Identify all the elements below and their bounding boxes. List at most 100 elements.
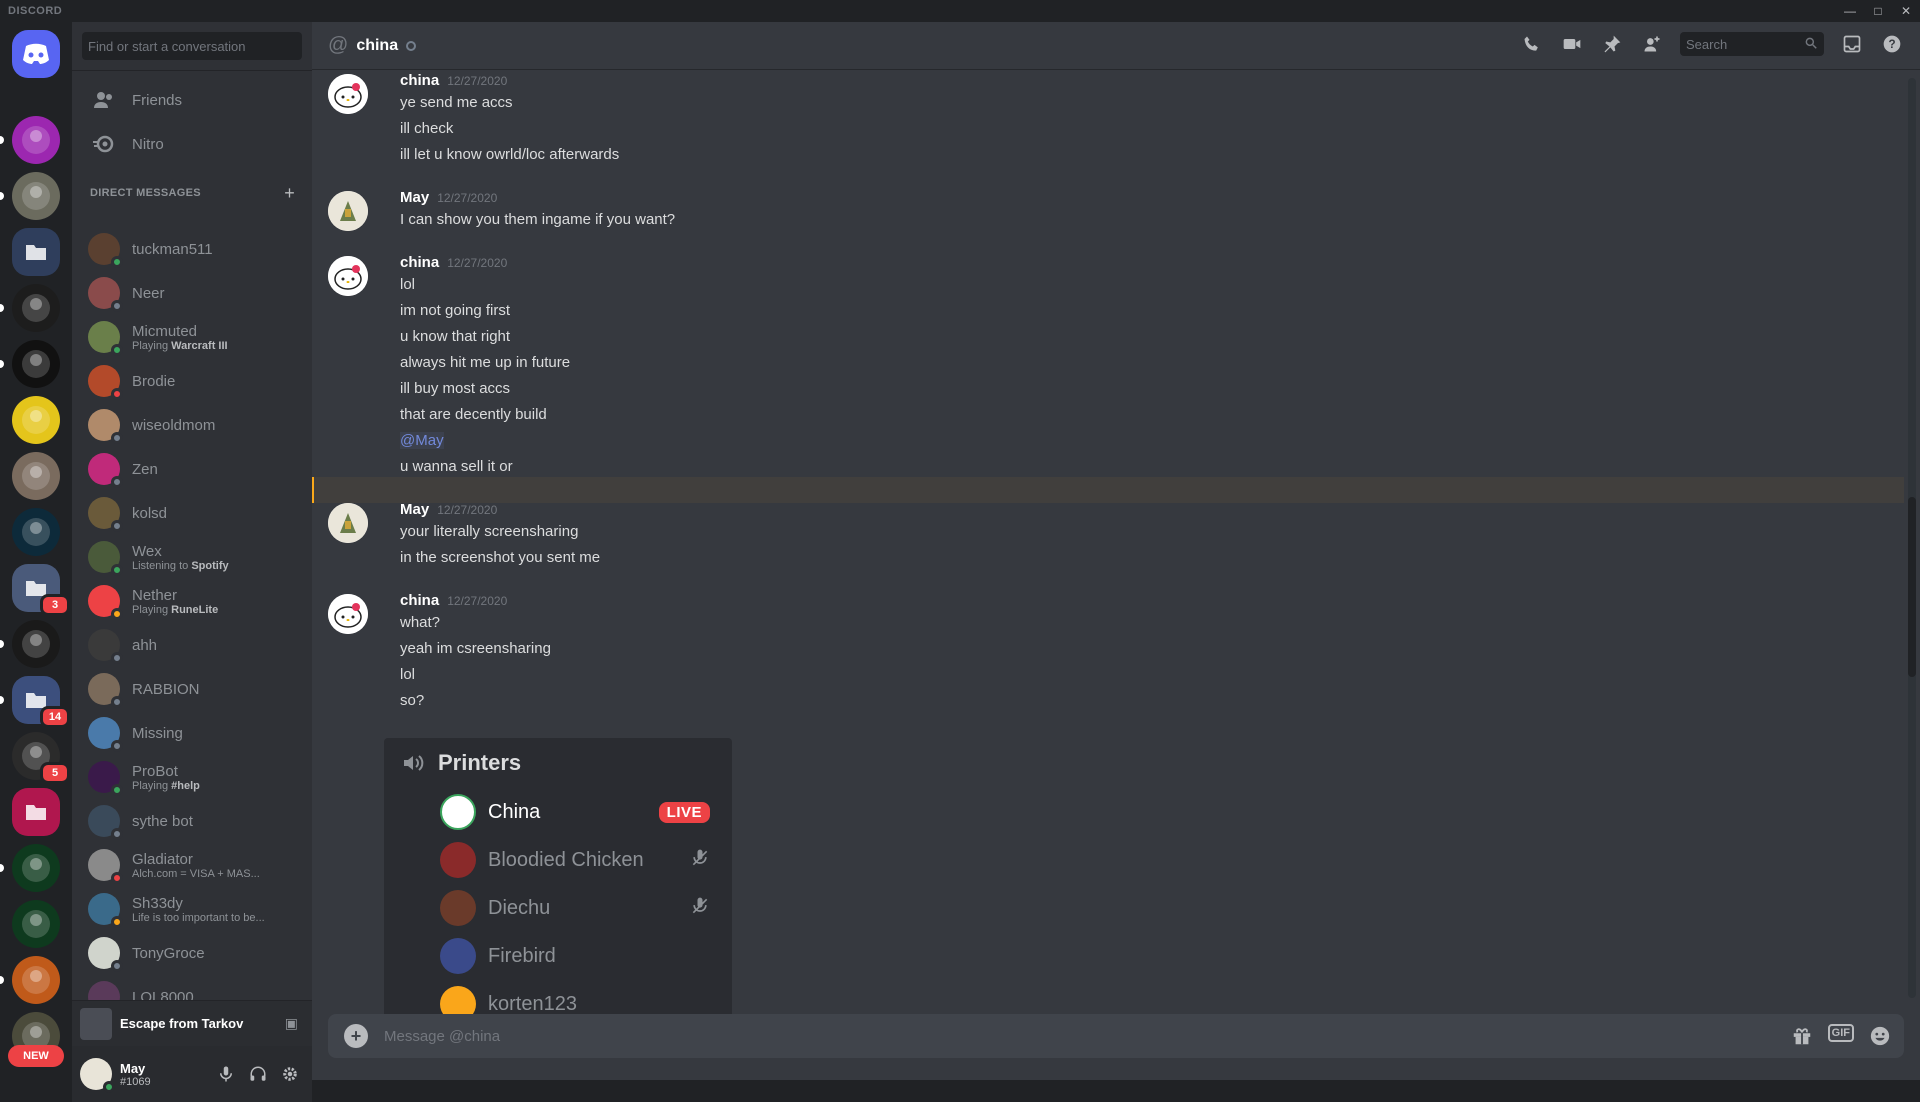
dm-item[interactable]: Nether Playing RuneLite <box>80 580 304 622</box>
dm-status: Listening to Spotify <box>132 559 229 572</box>
author-name[interactable]: china <box>400 592 439 609</box>
author-avatar[interactable] <box>328 503 368 543</box>
nav-friends[interactable]: Friends <box>80 79 304 121</box>
dm-item[interactable]: TonyGroce <box>80 932 304 974</box>
dm-item[interactable]: Wex Listening to Spotify <box>80 536 304 578</box>
server-icon-folder-4[interactable] <box>12 788 60 836</box>
pin-icon[interactable] <box>1600 32 1624 56</box>
chat-header: @ china Search ? <box>312 22 1920 70</box>
server-icon-server-runeworld[interactable] <box>12 340 60 388</box>
voice-member-name: Firebird <box>488 944 556 967</box>
activity-game-name: Escape from Tarkov <box>120 1016 244 1031</box>
server-icon-server-ntr-2[interactable] <box>12 900 60 948</box>
svg-text:?: ? <box>1888 38 1895 51</box>
author-avatar[interactable] <box>328 191 368 231</box>
server-icon-server-red[interactable] <box>12 620 60 668</box>
server-icon-folder-1[interactable] <box>12 228 60 276</box>
message-input[interactable]: Message @china <box>384 1028 500 1045</box>
server-icon-server-sythe[interactable] <box>12 284 60 332</box>
dm-item[interactable]: Sh33dy Life is too important to be... <box>80 888 304 930</box>
offline-status-icon <box>406 40 417 51</box>
server-avatar-icon <box>22 126 50 154</box>
settings-gear-icon[interactable] <box>274 1058 306 1090</box>
nav-friends-label: Friends <box>132 91 183 109</box>
nav-nitro[interactable]: Nitro <box>80 123 304 165</box>
author-name[interactable]: May <box>400 501 429 518</box>
title-bar: DISCORD — □ ✕ <box>0 0 1920 22</box>
upload-plus-icon[interactable]: + <box>344 1024 368 1048</box>
server-icon-home[interactable] <box>12 30 60 78</box>
dm-item[interactable]: Micmuted Playing Warcraft III <box>80 316 304 358</box>
message-text: ill let u know owrld/loc afterwards <box>400 146 620 163</box>
author-avatar[interactable] <box>328 74 368 114</box>
voice-call-icon[interactable] <box>1520 32 1544 56</box>
avatar <box>88 849 123 884</box>
add-friend-icon[interactable] <box>1640 32 1664 56</box>
help-icon[interactable]: ? <box>1880 32 1904 56</box>
server-unread-pill <box>0 640 4 648</box>
dm-item[interactable]: Brodie <box>80 360 304 402</box>
dm-name: Micmuted <box>132 322 198 340</box>
dm-item[interactable]: Zen <box>80 448 304 490</box>
status-indicator <box>111 344 123 356</box>
dm-name: ahh <box>132 636 158 654</box>
author-name[interactable]: china <box>400 72 439 89</box>
maximize-button[interactable]: □ <box>1864 0 1892 22</box>
scrollbar-thumb[interactable] <box>1908 497 1916 677</box>
dm-item[interactable]: sythe bot <box>80 800 304 842</box>
dm-item[interactable]: Neer <box>80 272 304 314</box>
close-button[interactable]: ✕ <box>1892 0 1920 22</box>
dm-item[interactable]: wiseoldmom <box>80 404 304 446</box>
message-text: always hit me up in future <box>400 354 571 371</box>
user-avatar[interactable] <box>80 1058 115 1093</box>
avatar <box>88 937 123 972</box>
server-avatar-icon <box>22 854 50 882</box>
dm-item[interactable]: tuckman511 <box>80 228 304 270</box>
server-icon-server-1[interactable] <box>12 116 60 164</box>
find-conversation-input[interactable]: Find or start a conversation <box>82 32 302 60</box>
author-avatar[interactable] <box>328 256 368 296</box>
create-dm-icon[interactable]: + <box>284 183 295 204</box>
dm-item[interactable]: Missing <box>80 712 304 754</box>
muted-mic-icon <box>690 848 710 873</box>
server-avatar-icon <box>22 350 50 378</box>
server-avatar-icon <box>22 966 50 994</box>
author-avatar[interactable] <box>328 594 368 634</box>
dm-item[interactable]: ProBot Playing #help <box>80 756 304 798</box>
video-call-icon[interactable] <box>1560 32 1584 56</box>
search-input[interactable]: Search <box>1680 32 1824 56</box>
emoji-icon[interactable] <box>1866 1024 1894 1048</box>
gift-icon[interactable] <box>1788 1024 1816 1048</box>
server-icon-server-2[interactable] <box>12 172 60 220</box>
dm-item[interactable]: Gladiator Alch.com = VISA + MAS... <box>80 844 304 886</box>
server-icon-server-triangle[interactable] <box>12 508 60 556</box>
voice-member-avatar <box>440 794 476 830</box>
inbox-icon[interactable] <box>1840 32 1864 56</box>
user-mention[interactable]: @May <box>400 432 444 449</box>
gif-button[interactable]: GIF <box>1827 1024 1854 1042</box>
message-composer[interactable]: + Message @china GIF <box>328 1014 1904 1058</box>
author-name[interactable]: china <box>400 254 439 271</box>
server-icon-server-yellow[interactable] <box>12 396 60 444</box>
dm-status: Playing RuneLite <box>132 603 219 616</box>
message-timestamp: 12/27/2020 <box>437 191 498 205</box>
microphone-icon[interactable] <box>210 1058 242 1090</box>
author-name[interactable]: May <box>400 189 429 206</box>
dm-sidebar: Find or start a conversation Friends Nit… <box>72 22 312 1102</box>
user-tag: #1069 <box>120 1075 151 1088</box>
dm-item[interactable]: RABBION <box>80 668 304 710</box>
new-badge: NEW <box>8 1045 64 1067</box>
voice-member-name: Bloodied Chicken <box>488 848 644 871</box>
server-icon-server-photo-1[interactable] <box>12 452 60 500</box>
dm-name: wiseoldmom <box>132 416 216 434</box>
dm-status: Alch.com = VISA + MAS... <box>132 867 260 880</box>
dm-item[interactable]: kolsd <box>80 492 304 534</box>
server-icon-server-ntr-1[interactable] <box>12 844 60 892</box>
server-unread-pill <box>0 192 4 200</box>
dm-item[interactable]: ahh <box>80 624 304 666</box>
server-icon-server-bear[interactable] <box>12 956 60 1004</box>
headphones-icon[interactable] <box>242 1058 274 1090</box>
screen-share-icon[interactable]: ▣ <box>285 1015 298 1032</box>
server-list: 3 14 5 NEW <box>0 22 72 1080</box>
minimize-button[interactable]: — <box>1836 0 1864 22</box>
